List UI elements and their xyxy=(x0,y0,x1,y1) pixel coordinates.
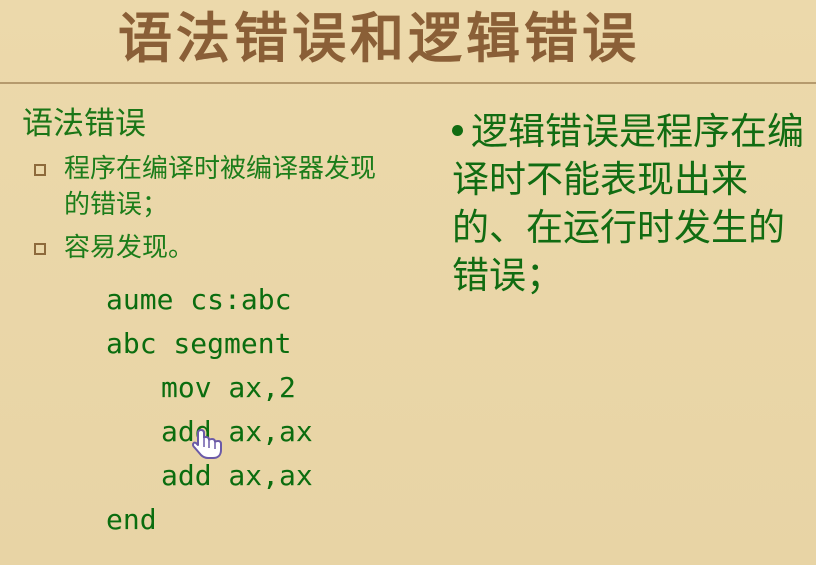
code-line: abc segment xyxy=(106,327,292,360)
pointing-hand-icon xyxy=(192,429,222,459)
bullet-list: 程序在编译时被编译器发现的错误； 容易发现。 xyxy=(22,151,422,266)
title-band: 语法错误和逻辑错误 xyxy=(0,0,816,82)
square-bullet-icon xyxy=(34,164,46,176)
title-divider xyxy=(0,82,816,84)
right-text-block: 逻辑错误是程序在编译时不能表现出来的、在运行时发生的错误； xyxy=(452,108,814,300)
left-column: 语法错误 程序在编译时被编译器发现的错误； 容易发现。 xyxy=(22,105,422,273)
bullet-item: 容易发现。 xyxy=(22,230,422,266)
code-block: aume cs:abc abc segment mov ax,2 add ax,… xyxy=(106,278,313,542)
square-bullet-icon xyxy=(34,243,46,255)
slide: 语法错误和逻辑错误 语法错误 程序在编译时被编译器发现的错误； 容易发现。 au… xyxy=(0,0,816,565)
bullet-text: 程序在编译时被编译器发现的错误； xyxy=(64,154,377,220)
bullet-item: 程序在编译时被编译器发现的错误； xyxy=(22,151,422,223)
left-heading: 语法错误 xyxy=(22,106,146,142)
right-text: 逻辑错误是程序在编译时不能表现出来的、在运行时发生的错误； xyxy=(452,110,804,297)
right-column: 逻辑错误是程序在编译时不能表现出来的、在运行时发生的错误； xyxy=(452,108,814,300)
code-line: end xyxy=(106,503,157,536)
code-line: mov ax,2 xyxy=(161,371,296,404)
code-line: aume cs:abc xyxy=(106,283,292,316)
round-bullet-icon xyxy=(452,125,463,136)
bullet-text: 容易发现。 xyxy=(64,233,195,263)
slide-title: 语法错误和逻辑错误 xyxy=(118,7,640,70)
